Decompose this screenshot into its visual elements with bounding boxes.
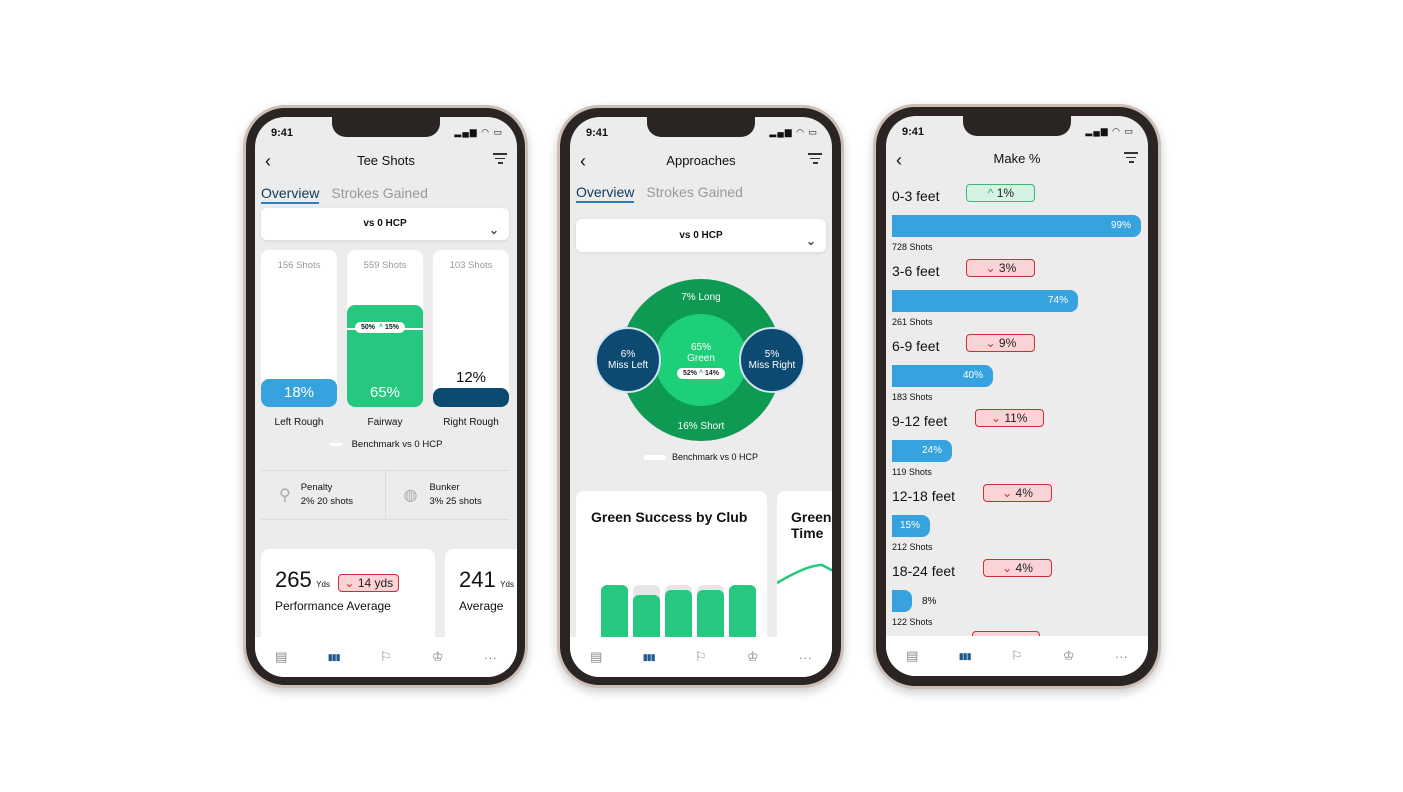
status-time: 9:41 [271,127,294,139]
green-success-card[interactable]: Green Success by Club [576,491,767,651]
benchmark-legend: Benchmark vs 0 HCP [570,452,832,462]
tab-strokes-gained[interactable]: Strokes Gained [646,184,743,200]
page-title: Tee Shots [357,153,415,168]
flag-icon[interactable]: ⚐ [380,649,392,665]
make-bar[interactable]: 8% [892,590,912,612]
make-percent-screen: 9:41 ▂▄▆ ◠ ▭ ‹ Make % 0-3 feet ^ 1% 99% … [886,116,1148,676]
green-circle: 65% Green 52% ^ 14% [655,314,747,406]
trophy-icon[interactable]: ♔ [1063,648,1075,664]
result-fill: 18% [261,379,337,407]
scorecard-icon[interactable]: ▤ [590,649,602,665]
benchmark-legend: Benchmark vs 0 HCP [255,439,517,450]
tee-result-label: Fairway [367,417,403,428]
more-icon[interactable]: ··· [799,650,812,665]
short-label: 16% Short [677,421,725,432]
club-bar[interactable] [729,585,756,637]
tab-overview[interactable]: Overview [576,184,635,203]
scorecard-icon[interactable]: ▤ [275,649,287,665]
status-icons: ▂▄▆ ◠ ▭ [1085,126,1134,136]
chevron-down-icon: ⌄ [805,234,816,248]
delta-badge: ⌄ 3% [966,259,1036,277]
approaches-screen: 9:41 ▂▄▆ ◠ ▭ ‹ Approaches Overview Stroke… [570,117,832,677]
stats-icon[interactable]: ▮▮▮ [959,651,972,662]
page-title: Make % [993,151,1041,166]
status-icons: ▂▄▆ ◠ ▭ [454,127,503,137]
tab-bar: ▤ ▮▮▮ ⚐ ♔ ··· [255,637,517,677]
green-time-card[interactable]: Green Time [777,491,832,651]
page-title: Approaches [666,153,736,168]
tee-result-label: Left Rough [274,417,324,428]
filter-icon[interactable] [493,153,507,167]
tee-shots-screen: 9:41 ▂▄▆ ◠ ▭ ‹ Tee Shots Overview Strokes… [255,117,517,677]
tab-strokes-gained[interactable]: Strokes Gained [331,185,428,201]
more-icon[interactable]: ··· [484,650,497,665]
trophy-icon[interactable]: ♔ [747,649,759,665]
filter-icon[interactable] [808,153,822,167]
make-bar[interactable]: 15% [892,515,930,537]
miss-right-circle: 5% Miss Right [739,327,805,393]
make-bar[interactable]: 99% [892,215,1141,237]
benchmark-pill: 50% ^ 15% [355,322,405,333]
chevron-down-icon: ⌄ [488,223,499,237]
bunker-stat: ◍ Bunker 3% 25 shots [403,482,482,507]
scorecard-icon[interactable]: ▤ [906,648,918,664]
tab-overview[interactable]: Overview [261,185,320,204]
stats-icon[interactable]: ▮▮▮ [328,652,341,663]
club-bar[interactable] [665,590,692,637]
more-icon[interactable]: ··· [1115,649,1128,664]
green-time-line [777,563,832,585]
club-bar[interactable] [601,585,628,637]
tee-result-card[interactable]: 156 Shots 18% [261,250,337,407]
delta-badge: ⌄ 14 yds [338,574,400,592]
club-bar[interactable] [633,594,660,637]
benchmark-dropdown[interactable]: vs 0 HCP ⌄ [576,219,826,252]
filter-icon[interactable] [1124,152,1138,166]
trophy-icon[interactable]: ♔ [432,649,444,665]
status-icons: ▂▄▆ ◠ ▭ [769,127,818,137]
flag-icon[interactable]: ⚐ [1011,648,1023,664]
stats-icon[interactable]: ▮▮▮ [643,652,656,663]
miss-left-circle: 6% Miss Left [595,327,661,393]
status-time: 9:41 [586,127,609,139]
delta-badge: ⌄ 11% [974,409,1044,427]
tee-result-label: Right Rough [443,417,499,428]
result-fill: 65% [347,305,423,407]
penalty-stat: ⚲ Penalty 2% 20 shots [261,471,386,519]
flag-icon[interactable]: ⚐ [695,649,707,665]
benchmark-dropdown[interactable]: vs 0 HCP ⌄ [261,208,509,240]
long-label: 7% Long [681,292,721,303]
delta-badge: ⌄ 4% [983,559,1052,577]
delta-badge: ^ 1% [966,184,1036,202]
make-bar[interactable]: 74% [892,290,1078,312]
club-bar[interactable] [697,590,724,637]
make-bar[interactable]: 24% [892,440,952,462]
tab-bar: ▤ ▮▮▮ ⚐ ♔ ··· [570,637,832,677]
make-bar[interactable]: 40% [892,365,993,387]
dropdown-value: vs 0 HCP [679,230,723,241]
dropdown-value: vs 0 HCP [363,218,407,229]
tab-bar: ▤ ▮▮▮ ⚐ ♔ ··· [886,636,1148,676]
status-time: 9:41 [902,126,925,138]
result-fill: 12% [433,388,509,407]
bunker-icon: ◍ [403,487,418,504]
tee-result-card[interactable]: 559 Shots 65% 50% ^ 15% [347,250,423,407]
penalty-icon: ⚲ [279,487,291,504]
delta-badge: ⌄ 4% [983,484,1052,502]
delta-badge: ⌄ 9% [966,334,1036,352]
tee-result-card[interactable]: 103 Shots 12%12% [433,250,509,407]
